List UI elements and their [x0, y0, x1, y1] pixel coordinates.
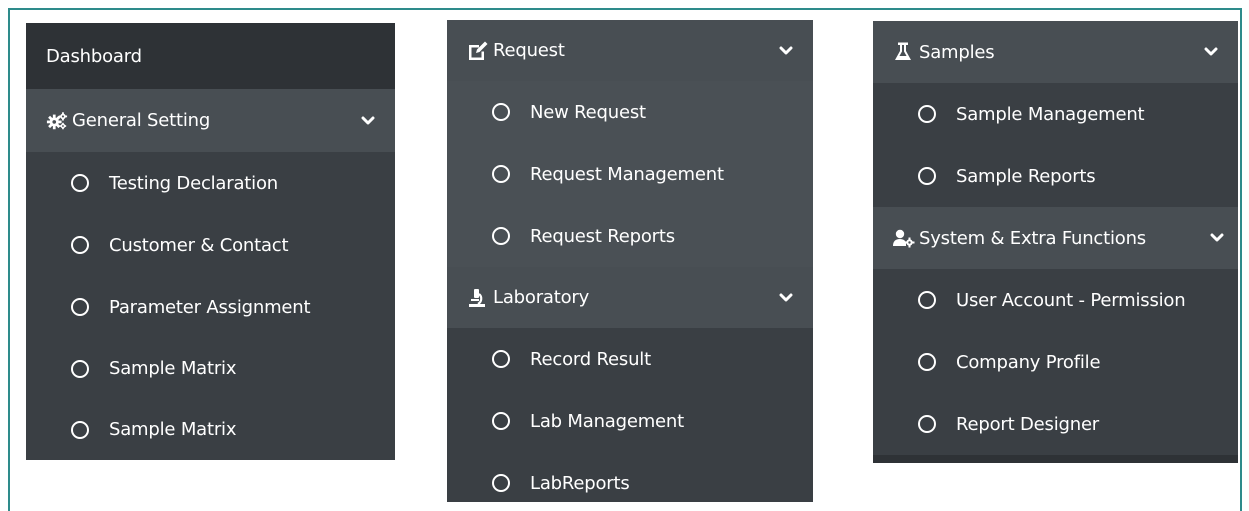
- circle-icon: [492, 350, 510, 368]
- submenu-item[interactable]: Company Profile: [873, 331, 1238, 393]
- menu-header-label: General Setting: [72, 110, 211, 131]
- circle-icon: [492, 165, 510, 183]
- circle-icon: [918, 105, 936, 123]
- submenu-item[interactable]: Testing Declaration: [26, 152, 395, 214]
- circle-icon: [492, 474, 510, 492]
- circle-icon: [71, 420, 89, 439]
- menu-header-system-extra-functions[interactable]: System & Extra Functions: [873, 207, 1238, 269]
- menu-header-label: System & Extra Functions: [919, 227, 1146, 249]
- submenu-item-label: Customer & Contact: [109, 234, 289, 256]
- submenu-item[interactable]: Request Management: [447, 143, 813, 205]
- submenu-item[interactable]: Sample Matrix: [26, 399, 395, 460]
- chevron-down-icon[interactable]: [779, 291, 793, 305]
- circle-icon: [918, 415, 936, 433]
- submenu-item-label: Report Designer: [956, 413, 1100, 435]
- submenu-item[interactable]: Record Result: [447, 328, 813, 390]
- submenu-item[interactable]: New Request: [447, 81, 813, 143]
- gears-icon: [46, 111, 68, 129]
- menu-header-laboratory[interactable]: Laboratory: [447, 267, 813, 328]
- chevron-down-icon[interactable]: [1210, 231, 1224, 245]
- submenu-item[interactable]: Sample Management: [873, 83, 1238, 145]
- submenu-item-label: Sample Management: [956, 103, 1145, 125]
- menu-header-request[interactable]: Request: [447, 20, 813, 81]
- chevron-down-icon[interactable]: [779, 44, 793, 58]
- sidebar-item-dashboard[interactable]: Dashboard: [26, 23, 395, 89]
- circle-icon: [492, 227, 510, 245]
- circle-icon: [918, 167, 936, 185]
- submenu-item[interactable]: User Account - Permission: [873, 269, 1238, 331]
- circle-icon: [492, 103, 510, 121]
- sidebar-panel-samples-system: Samples Sample Management Sample Reports…: [873, 21, 1238, 463]
- submenu-item-label: Record Result: [530, 348, 651, 370]
- sidebar-panel-request-lab: Request New Request Request Management R…: [447, 20, 813, 502]
- submenu-item[interactable]: Parameter Assignment: [26, 276, 395, 338]
- submenu-item-label: Request Management: [530, 163, 724, 185]
- menu-header-general-setting[interactable]: General Setting: [26, 89, 395, 152]
- user-gear-icon: [893, 229, 915, 248]
- chevron-down-icon[interactable]: [1204, 45, 1218, 59]
- circle-icon: [918, 353, 936, 371]
- submenu-item-label: Lab Management: [530, 410, 684, 432]
- submenu-item[interactable]: Request Reports: [447, 205, 813, 267]
- submenu-item[interactable]: Customer & Contact: [26, 214, 395, 276]
- circle-icon: [71, 359, 89, 378]
- menu-header-label: Samples: [919, 41, 995, 63]
- circle-icon: [918, 291, 936, 309]
- circle-icon: [71, 174, 89, 192]
- submenu-item[interactable]: Lab Management: [447, 390, 813, 452]
- sidebar-panel-general: Dashboard General Setting Testing Declar…: [26, 23, 395, 460]
- submenu-item-label: Parameter Assignment: [109, 296, 311, 318]
- submenu-item-label: New Request: [530, 101, 646, 123]
- menu-header-label: Request: [493, 40, 565, 61]
- submenu-item-label: Request Reports: [530, 225, 675, 247]
- submenu-item-label: Testing Declaration: [109, 172, 278, 194]
- submenu-item-label: User Account - Permission: [956, 289, 1186, 311]
- menu-header-samples[interactable]: Samples: [873, 21, 1238, 83]
- submenu-item[interactable]: Report Designer: [873, 393, 1238, 455]
- flask-icon: [895, 42, 911, 60]
- microscope-icon: [469, 288, 485, 307]
- submenu-item-label: Sample Matrix: [109, 419, 237, 440]
- circle-icon: [492, 412, 510, 430]
- submenu-item-label: Company Profile: [956, 351, 1101, 373]
- circle-icon: [71, 236, 89, 254]
- menu-header-label: Laboratory: [493, 287, 590, 308]
- edit-icon: [469, 41, 488, 60]
- submenu-item-label: Sample Reports: [956, 165, 1096, 187]
- dashboard-label: Dashboard: [46, 45, 142, 67]
- submenu-item-label: LabReports: [530, 472, 630, 494]
- submenu-item-label: Sample Matrix: [109, 358, 237, 379]
- submenu-item[interactable]: Sample Reports: [873, 145, 1238, 207]
- submenu-item[interactable]: Sample Matrix: [26, 338, 395, 399]
- chevron-down-icon[interactable]: [361, 114, 375, 128]
- submenu-item[interactable]: LabReports: [447, 452, 813, 502]
- circle-icon: [71, 298, 89, 316]
